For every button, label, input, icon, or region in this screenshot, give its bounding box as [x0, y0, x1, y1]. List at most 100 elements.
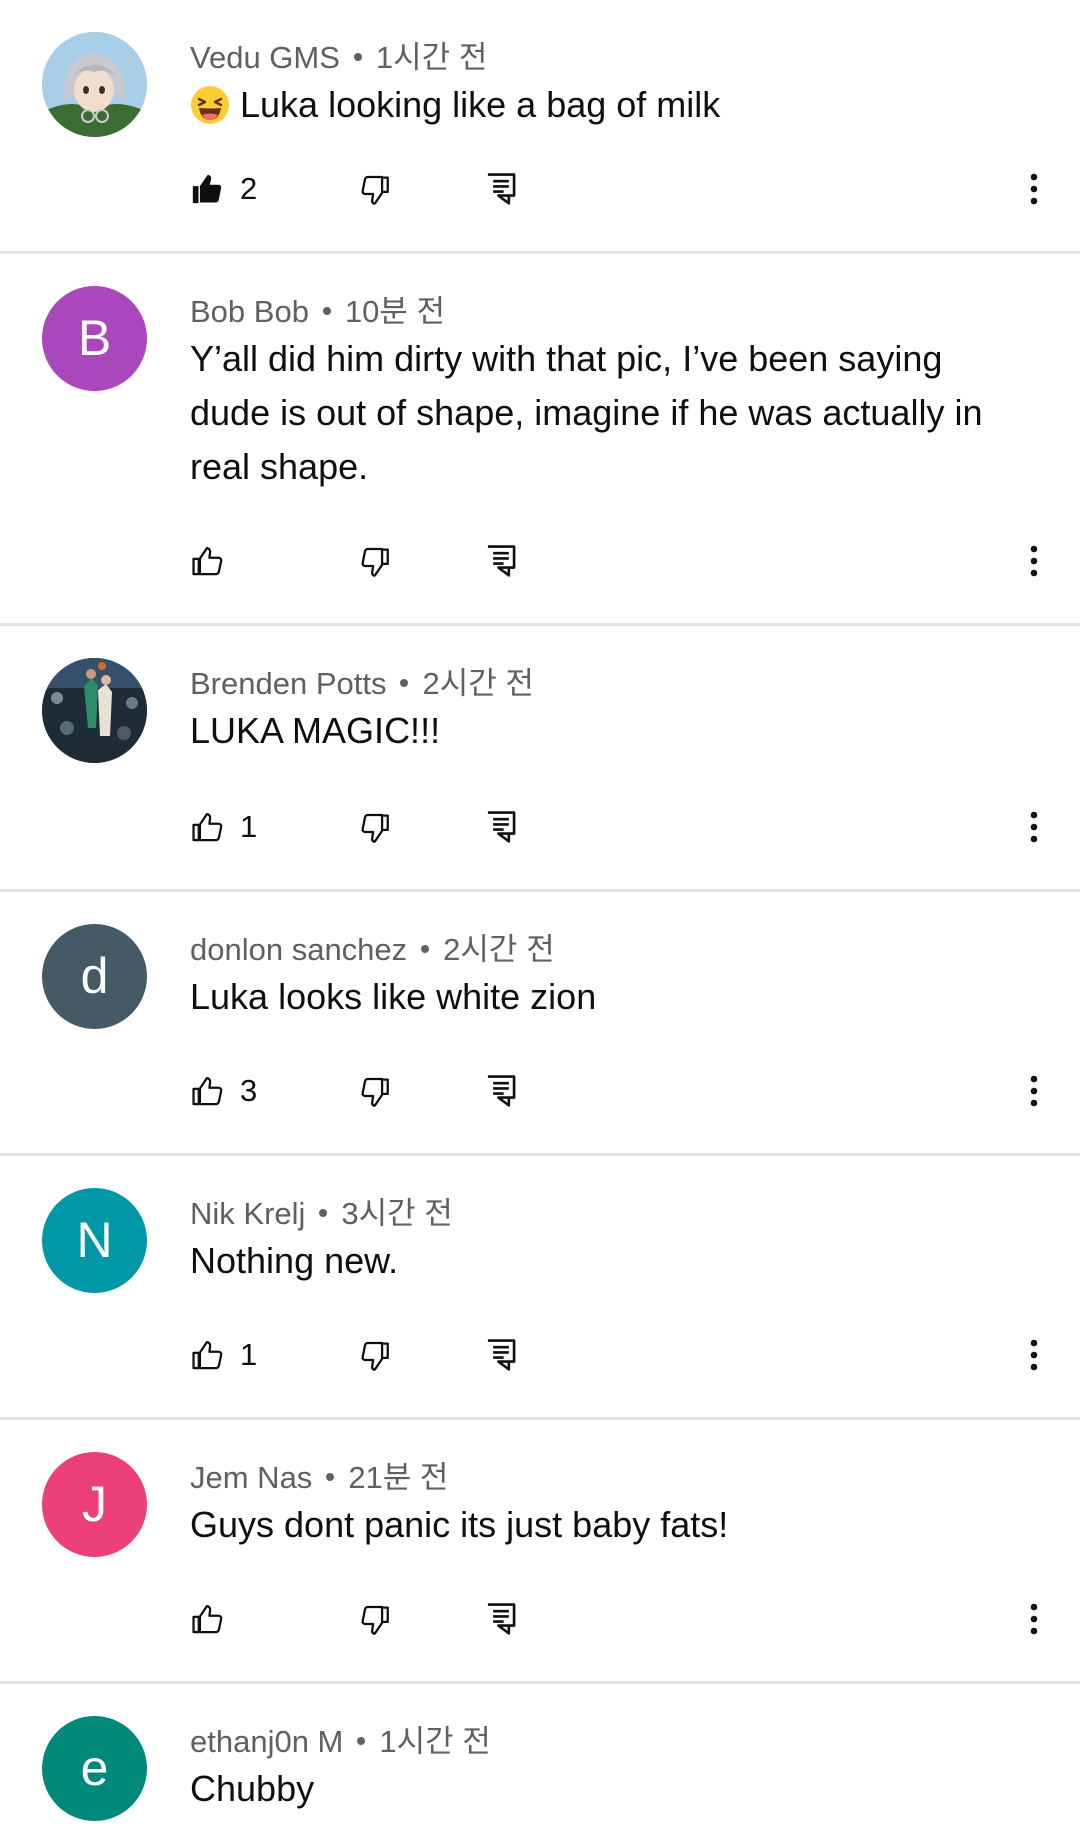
thumb-up-icon — [192, 1604, 223, 1634]
thumb-down-icon — [361, 1605, 389, 1635]
comment-meta: ethanj0n M 1시간 전 — [190, 1716, 491, 1761]
like-button[interactable]: 3 — [190, 1066, 257, 1116]
thumb-down-icon — [361, 1341, 389, 1371]
author-name[interactable]: Nik Krelj — [190, 1196, 305, 1231]
dislike-button[interactable] — [358, 1594, 392, 1644]
reply-icon — [487, 1075, 516, 1107]
avatar[interactable]: N — [42, 1188, 147, 1293]
comment-actions: 2 — [190, 164, 1080, 214]
avatar[interactable]: e — [42, 1716, 147, 1821]
comment-time: 2시간 전 — [422, 666, 534, 701]
more-options-button[interactable] — [1028, 1066, 1040, 1116]
author-name[interactable]: Brenden Potts — [190, 666, 386, 701]
comment-text: Chubby — [190, 1768, 315, 1809]
separator-dot — [319, 1208, 328, 1217]
comment-time: 21분 전 — [348, 1460, 449, 1495]
dislike-button[interactable] — [358, 1066, 392, 1116]
author-name[interactable]: donlon sanchez — [190, 932, 407, 967]
like-button[interactable]: 1 — [190, 1330, 257, 1380]
comment-meta: Nik Krelj 3시간 전 — [190, 1188, 453, 1233]
separator-dot — [357, 1736, 366, 1745]
thumb-up-icon — [192, 1076, 223, 1106]
comment: B Bob Bob 10분 전 Y’all did him dirty with … — [0, 254, 1080, 626]
like-button[interactable] — [190, 536, 240, 586]
reply-icon — [487, 545, 516, 577]
more-vertical-icon — [1030, 811, 1038, 843]
comment: J Jem Nas 21분 전 Guys dont panic its just … — [0, 1420, 1080, 1684]
more-vertical-icon — [1030, 173, 1038, 205]
reply-icon — [487, 1339, 516, 1371]
like-button[interactable] — [190, 1594, 240, 1644]
comment-actions: 3 — [190, 1066, 1080, 1116]
comment-text: Nothing new. — [190, 1240, 399, 1281]
separator-dot — [326, 1472, 335, 1481]
like-button[interactable]: 2 — [190, 164, 257, 214]
comment-actions — [190, 536, 1080, 586]
author-name[interactable]: Vedu GMS — [190, 40, 340, 75]
more-vertical-icon — [1030, 1603, 1038, 1635]
comment-time: 2시간 전 — [443, 932, 555, 967]
comment: Vedu GMS 1시간 전 Luka looking like a bag of… — [0, 0, 1080, 254]
comment-time: 3시간 전 — [341, 1196, 453, 1231]
avatar-letter: B — [77, 310, 112, 366]
dislike-button[interactable] — [358, 1330, 392, 1380]
more-options-button[interactable] — [1028, 536, 1040, 586]
thumb-down-icon — [361, 547, 389, 577]
avatar[interactable]: d — [42, 924, 147, 1029]
dislike-button[interactable] — [358, 536, 392, 586]
comment-time: 10분 전 — [344, 294, 446, 329]
reply-button[interactable] — [485, 802, 517, 852]
more-options-button[interactable] — [1028, 802, 1040, 852]
more-options-button[interactable] — [1028, 164, 1040, 214]
comment: d donlon sanchez 2시간 전 Luka looks like wh… — [0, 892, 1080, 1156]
separator-dot — [322, 306, 331, 315]
separator-dot — [400, 678, 409, 687]
reply-button[interactable] — [485, 536, 517, 586]
comment-actions — [190, 1594, 1080, 1644]
comment-meta: Brenden Potts 2시간 전 — [190, 658, 534, 703]
thumb-up-icon — [192, 546, 223, 576]
avatar[interactable]: B — [42, 286, 147, 391]
comment: e ethanj0n M 1시간 전 Chubby — [0, 1684, 1080, 1830]
thumb-up-icon — [192, 174, 222, 204]
dislike-button[interactable] — [358, 802, 392, 852]
avatar[interactable] — [42, 32, 147, 137]
reply-button[interactable] — [485, 1594, 517, 1644]
reply-icon — [487, 811, 516, 843]
comment-actions: 1 — [190, 802, 1080, 852]
author-name[interactable]: Jem Nas — [190, 1460, 312, 1495]
reply-button[interactable] — [485, 164, 517, 214]
comment-meta: Jem Nas 21분 전 — [190, 1452, 448, 1497]
reply-button[interactable] — [485, 1330, 517, 1380]
more-vertical-icon — [1030, 1339, 1038, 1371]
like-count: 1 — [240, 809, 258, 844]
separator-dot — [353, 52, 362, 61]
like-button[interactable]: 1 — [190, 802, 257, 852]
comment-text: Luka looking like a bag of milk — [190, 78, 1010, 132]
like-count: 1 — [240, 1337, 258, 1372]
avatar-letter: N — [76, 1212, 113, 1268]
comment-meta: donlon sanchez 2시간 전 — [190, 924, 555, 969]
comment-text: LUKA MAGIC!!! — [190, 710, 441, 751]
more-options-button[interactable] — [1028, 1594, 1040, 1644]
avatar-letter: d — [80, 948, 109, 1004]
reply-button[interactable] — [485, 1066, 517, 1116]
comment-text: Guys dont panic its just baby fats! — [190, 1504, 729, 1545]
reply-icon — [487, 1603, 516, 1635]
avatar[interactable]: J — [42, 1452, 147, 1557]
separator-dot — [421, 944, 430, 953]
like-count: 3 — [240, 1073, 258, 1108]
dislike-button[interactable] — [358, 164, 392, 214]
avatar-letter: e — [80, 1740, 109, 1796]
avatar[interactable] — [42, 658, 147, 763]
author-name[interactable]: Bob Bob — [190, 294, 309, 329]
reply-icon — [487, 173, 516, 205]
thumb-up-icon — [192, 1340, 223, 1370]
thumb-down-icon — [361, 813, 389, 843]
more-vertical-icon — [1030, 545, 1038, 577]
avatar-letter: J — [82, 1476, 107, 1532]
comment-text: Y’all did him dirty with that pic, I’ve … — [190, 338, 983, 487]
comment: Brenden Potts 2시간 전 LUKA MAGIC!!! 1 — [0, 626, 1080, 892]
author-name[interactable]: ethanj0n M — [190, 1724, 343, 1759]
more-options-button[interactable] — [1028, 1330, 1040, 1380]
